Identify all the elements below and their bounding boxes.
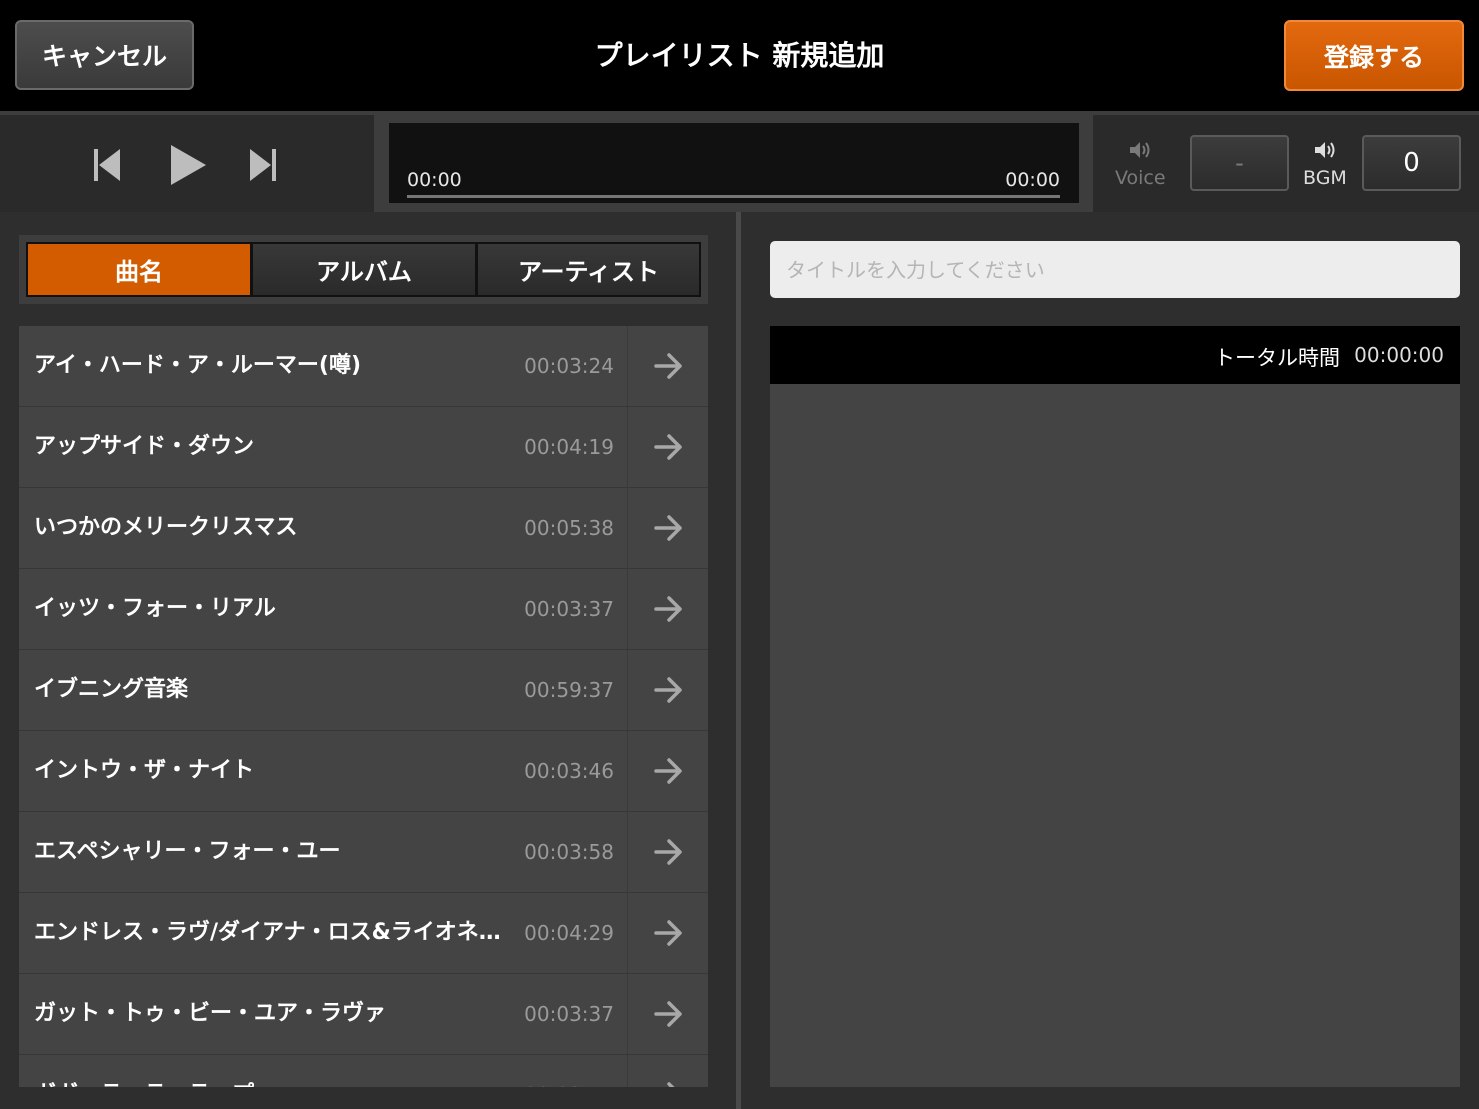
add-song-button[interactable] xyxy=(627,407,708,487)
song-list[interactable]: アイ・ハード・ア・ルーマー(噂) 00:03:24 アップサイド・ダウン 00:04:… xyxy=(19,326,708,1087)
voice-label: Voice xyxy=(1115,167,1166,189)
song-row[interactable]: ガガ・ラ・ラ・ラ・プ 00:03:45 xyxy=(19,1055,708,1087)
total-time-label: トータル時間 xyxy=(1214,346,1340,370)
add-song-button[interactable] xyxy=(627,1055,708,1087)
total-time: 00:00 xyxy=(1005,169,1060,191)
add-song-button[interactable] xyxy=(627,650,708,730)
song-row[interactable]: イッツ・フォー・リアル 00:03:37 xyxy=(19,569,708,650)
song-row[interactable]: ガット・トゥ・ビー・ユア・ラヴァ 00:03:37 xyxy=(19,974,708,1055)
voice-volume-field[interactable]: - xyxy=(1190,135,1289,191)
arrow-right-icon xyxy=(653,920,682,946)
save-button[interactable]: 登録する xyxy=(1284,20,1464,91)
song-duration: 00:03:24 xyxy=(524,354,614,378)
add-song-button[interactable] xyxy=(627,326,708,406)
add-song-button[interactable] xyxy=(627,974,708,1054)
total-time-bar: トータル時間 00:00:00 xyxy=(770,326,1460,384)
top-bar: キャンセル プレイリスト 新規追加 登録する xyxy=(0,0,1479,111)
arrow-right-icon xyxy=(653,353,682,379)
previous-track-icon[interactable] xyxy=(86,145,126,185)
add-song-button[interactable] xyxy=(627,893,708,973)
song-row[interactable]: アップサイド・ダウン 00:04:19 xyxy=(19,407,708,488)
add-song-button[interactable] xyxy=(627,569,708,649)
song-duration: 00:03:46 xyxy=(524,759,614,783)
song-row[interactable]: エンドレス・ラヴ/ダイアナ・ロス&ライオネル・リッチー 00:04:29 xyxy=(19,893,708,974)
progress-track[interactable] xyxy=(407,195,1060,198)
arrow-right-icon xyxy=(653,515,682,541)
current-time: 00:00 xyxy=(407,169,462,191)
song-duration: 00:04:19 xyxy=(524,435,614,459)
tab-album[interactable]: アルバム xyxy=(251,242,477,297)
arrow-right-icon xyxy=(653,434,682,460)
total-time-value: 00:00:00 xyxy=(1354,343,1444,367)
add-song-button[interactable] xyxy=(627,812,708,892)
song-title: イントウ・ザ・ナイト xyxy=(34,758,255,783)
voice-speaker-icon xyxy=(1130,142,1150,158)
volume-controls: Voice - BGM 0 xyxy=(1093,115,1479,212)
tab-artist[interactable]: アーティスト xyxy=(476,242,701,297)
song-title: エスペシャリー・フォー・ユー xyxy=(34,839,341,864)
sort-tabs: 曲名 アルバム アーティスト xyxy=(19,235,708,304)
song-row[interactable]: イントウ・ザ・ナイト 00:03:46 xyxy=(19,731,708,812)
song-duration: 00:03:58 xyxy=(524,840,614,864)
bgm-label: BGM xyxy=(1303,167,1347,189)
song-row[interactable]: イブニング音楽 00:59:37 xyxy=(19,650,708,731)
song-duration: 00:03:45 xyxy=(519,1055,614,1087)
song-title: ガガ・ラ・ラ・ラ・プ xyxy=(34,1055,504,1087)
progress-panel: 00:00 00:00 xyxy=(389,123,1079,203)
song-title: イブニング音楽 xyxy=(34,677,189,702)
arrow-right-icon xyxy=(666,1082,674,1087)
playlist-title-input[interactable] xyxy=(770,241,1460,298)
song-duration: 00:59:37 xyxy=(524,678,614,702)
page-title: プレイリスト 新規追加 xyxy=(594,39,885,72)
song-title: ガット・トゥ・ビー・ユア・ラヴァ xyxy=(34,1001,387,1026)
song-title: アイ・ハード・ア・ルーマー(噂) xyxy=(34,353,362,378)
next-track-icon[interactable] xyxy=(244,145,284,185)
arrow-right-icon xyxy=(653,677,682,703)
arrow-right-icon xyxy=(653,1001,682,1027)
pane-divider xyxy=(736,212,741,1109)
song-row[interactable]: アイ・ハード・ア・ルーマー(噂) 00:03:24 xyxy=(19,326,708,407)
song-row[interactable]: エスペシャリー・フォー・ユー 00:03:58 xyxy=(19,812,708,893)
add-song-button[interactable] xyxy=(627,488,708,568)
song-duration: 00:05:38 xyxy=(524,516,614,540)
player-bar: 00:00 00:00 Voice - BGM 0 xyxy=(0,111,1479,212)
song-duration: 00:03:37 xyxy=(524,1002,614,1026)
arrow-right-icon xyxy=(653,758,682,784)
playlist-area[interactable] xyxy=(770,384,1460,1087)
song-title: アップサイド・ダウン xyxy=(34,434,255,459)
song-duration: 00:03:37 xyxy=(524,597,614,621)
play-icon[interactable] xyxy=(166,143,210,187)
song-row[interactable]: いつかのメリークリスマス 00:05:38 xyxy=(19,488,708,569)
song-title: いつかのメリークリスマス xyxy=(34,515,298,540)
add-song-button[interactable] xyxy=(627,731,708,811)
arrow-right-icon xyxy=(653,596,682,622)
bgm-speaker-icon xyxy=(1315,142,1335,158)
bgm-volume-field[interactable]: 0 xyxy=(1362,135,1461,191)
playback-controls xyxy=(0,115,374,212)
song-title: イッツ・フォー・リアル xyxy=(34,596,276,621)
song-title: エンドレス・ラヴ/ダイアナ・ロス&ライオネル・リッチー xyxy=(34,920,504,945)
tab-song-title[interactable]: 曲名 xyxy=(26,242,252,297)
arrow-right-icon xyxy=(653,839,682,865)
song-duration: 00:04:29 xyxy=(524,921,614,945)
